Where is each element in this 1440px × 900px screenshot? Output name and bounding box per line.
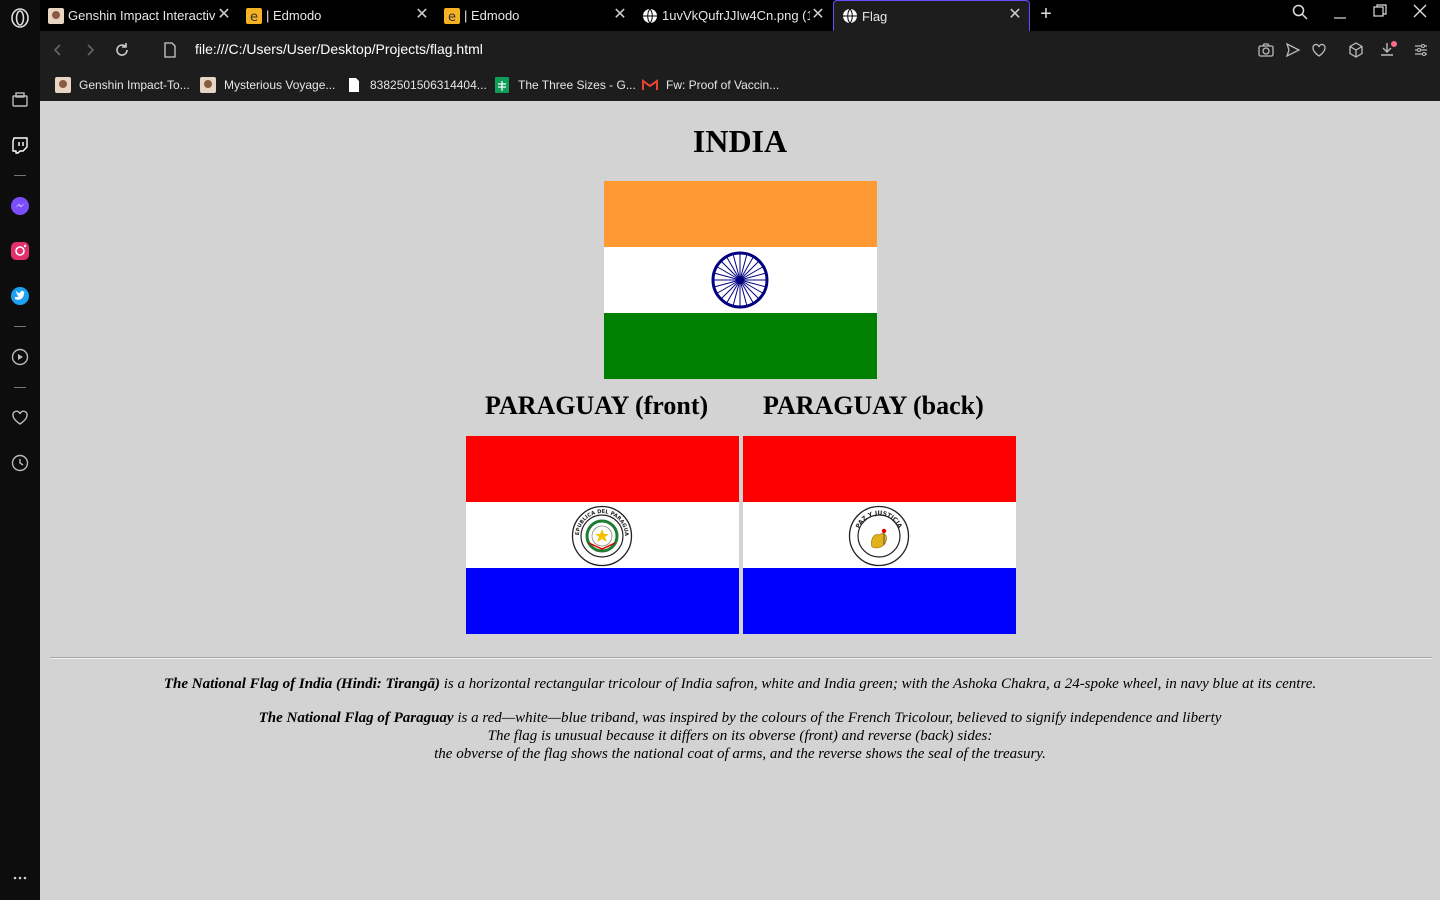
paraguay-back-heading: PARAGUAY (back) (763, 391, 984, 420)
edmodo-favicon: e (444, 7, 460, 24)
svg-text:e: e (250, 10, 258, 24)
file-page-icon[interactable] (160, 40, 180, 60)
extensions-cube-icon[interactable] (1346, 40, 1366, 60)
india-flag (604, 181, 877, 379)
sidebar-divider (14, 175, 26, 176)
tab-edmodo-2[interactable]: e | Edmodo ✕ (436, 0, 634, 31)
twitter-icon[interactable] (10, 286, 30, 306)
chakra-hub (736, 276, 744, 284)
paraguay-description-bold: The National Flag of Paraguay (258, 710, 454, 726)
address-bar-url[interactable]: file:///C:/Users/User/Desktop/Projects/f… (195, 41, 483, 57)
back-button[interactable] (48, 40, 68, 60)
india-saffron-stripe (604, 181, 877, 247)
sidebar-divider (14, 326, 26, 327)
india-description: The National Flag of India (Hindi: Tiran… (40, 675, 1440, 693)
india-white-stripe (604, 247, 877, 313)
instagram-icon[interactable] (10, 241, 30, 261)
workspaces-icon[interactable] (10, 90, 30, 110)
paraguay-white-stripe: REPUBLICA DEL PARAGUAY (466, 502, 739, 568)
new-tab-button[interactable]: + (1034, 3, 1058, 26)
edmodo-favicon: e (246, 7, 262, 24)
tab-edmodo-1[interactable]: e | Edmodo ✕ (238, 0, 436, 31)
genshin-favicon (48, 7, 64, 24)
paraguay-back-flag: PAZ Y JUSTICIA (743, 436, 1016, 634)
paraguay-red-stripe (743, 436, 1016, 502)
gmail-icon (642, 77, 658, 93)
tab-title: 1uvVkQufrJJIw4Cn.png (192 (662, 8, 810, 23)
india-description-text: is a horizontal rectangular tricolour of… (439, 676, 1317, 692)
sheets-icon (494, 77, 510, 93)
bookmark-label: Genshin Impact-To... (79, 78, 190, 92)
svg-text:e: e (448, 10, 456, 24)
paraguay-white-stripe: PAZ Y JUSTICIA (743, 502, 1016, 568)
tab-title: Genshin Impact Interactive (68, 8, 216, 23)
bookmark-item[interactable]: Mysterious Voyage... (200, 75, 335, 95)
opera-logo-icon[interactable] (10, 8, 30, 28)
tab-title: Flag (862, 8, 888, 24)
close-window-button[interactable] (1408, 4, 1432, 23)
tab-genshin[interactable]: Genshin Impact Interactive ✕ (40, 0, 238, 31)
tab-title: | Edmodo (266, 8, 322, 23)
easy-setup-menu-icon[interactable] (1411, 40, 1431, 60)
bookmark-item[interactable]: 8382501506314404... (346, 75, 487, 95)
paraguay-description-line2: The flag is unusual because it differs o… (487, 728, 993, 744)
genshin-favicon (55, 77, 71, 93)
bookmark-label: Fw: Proof of Vaccin... (666, 78, 780, 92)
downloads-icon[interactable] (1378, 40, 1398, 60)
paraguay-description: The National Flag of Paraguay is a red—w… (40, 709, 1440, 763)
reload-button[interactable] (112, 40, 132, 60)
page-content: INDIA PARAGUAY (front) PARAGUAY (back) R… (40, 101, 1440, 900)
close-icon[interactable]: ✕ (810, 6, 826, 24)
history-clock-icon[interactable] (10, 453, 30, 473)
sidebar-divider (14, 387, 26, 388)
paraguay-red-stripe (466, 436, 739, 502)
paraguay-description-text: is a red—white—blue triband, was inspire… (453, 710, 1222, 726)
close-icon[interactable]: ✕ (612, 6, 628, 24)
globe-icon (642, 8, 658, 24)
search-tabs-icon[interactable] (1288, 4, 1312, 25)
bookmark-item[interactable]: Fw: Proof of Vaccin... (642, 75, 779, 95)
paraguay-coat-of-arms-icon: REPUBLICA DEL PARAGUAY (571, 505, 633, 567)
paraguay-front-heading: PARAGUAY (front) (485, 391, 709, 420)
snapshot-camera-icon[interactable] (1256, 40, 1276, 60)
twitch-icon[interactable] (10, 135, 30, 155)
bookmark-item[interactable]: The Three Sizes - G... (494, 75, 636, 95)
paraguay-blue-stripe (743, 568, 1016, 634)
paraguay-treasury-seal-icon: PAZ Y JUSTICIA (848, 505, 910, 567)
restore-button[interactable] (1368, 4, 1392, 23)
bookmark-label: Mysterious Voyage... (224, 78, 336, 92)
globe-icon (842, 8, 858, 24)
document-icon (346, 77, 362, 93)
more-options-icon[interactable] (10, 868, 30, 888)
tab-title: | Edmodo (464, 8, 520, 23)
india-description-bold: The National Flag of India (Hindi: Tiran… (163, 676, 440, 692)
messenger-icon[interactable] (10, 196, 30, 216)
close-icon[interactable]: ✕ (1007, 7, 1023, 24)
bookmark-label: 8382501506314404... (370, 78, 487, 92)
close-icon[interactable]: ✕ (414, 6, 430, 24)
paraguay-description-line3: the obverse of the flag shows the nation… (434, 746, 1046, 762)
tab-flag[interactable]: Flag ✕ (833, 0, 1030, 31)
bookmark-label: The Three Sizes - G... (518, 78, 636, 92)
bookmark-heart-icon[interactable] (1309, 40, 1329, 60)
ashoka-chakra-icon (711, 251, 769, 309)
forward-button[interactable] (80, 40, 100, 60)
horizontal-rule (50, 657, 1432, 659)
address-toolbar: file:///C:/Users/User/Desktop/Projects/f… (40, 31, 1440, 69)
bookmark-item[interactable]: Genshin Impact-To... (55, 75, 190, 95)
close-icon[interactable]: ✕ (216, 6, 232, 24)
india-green-stripe (604, 313, 877, 379)
bookmarks-bar: Genshin Impact-To... Mysterious Voyage..… (40, 69, 1440, 101)
paraguay-front-flag: REPUBLICA DEL PARAGUAY (466, 436, 739, 634)
send-icon[interactable] (1283, 40, 1303, 60)
tab-strip: Genshin Impact Interactive ✕ e | Edmodo … (40, 0, 1440, 31)
tab-png-image[interactable]: 1uvVkQufrJJIw4Cn.png (192 ✕ (634, 0, 832, 31)
paraguay-blue-stripe (466, 568, 739, 634)
india-heading: INDIA (692, 123, 788, 159)
player-icon[interactable] (10, 347, 30, 367)
heart-icon[interactable] (10, 408, 30, 428)
minimize-button[interactable] (1328, 4, 1352, 25)
browser-sidebar (0, 0, 40, 900)
genshin-favicon (200, 77, 216, 93)
